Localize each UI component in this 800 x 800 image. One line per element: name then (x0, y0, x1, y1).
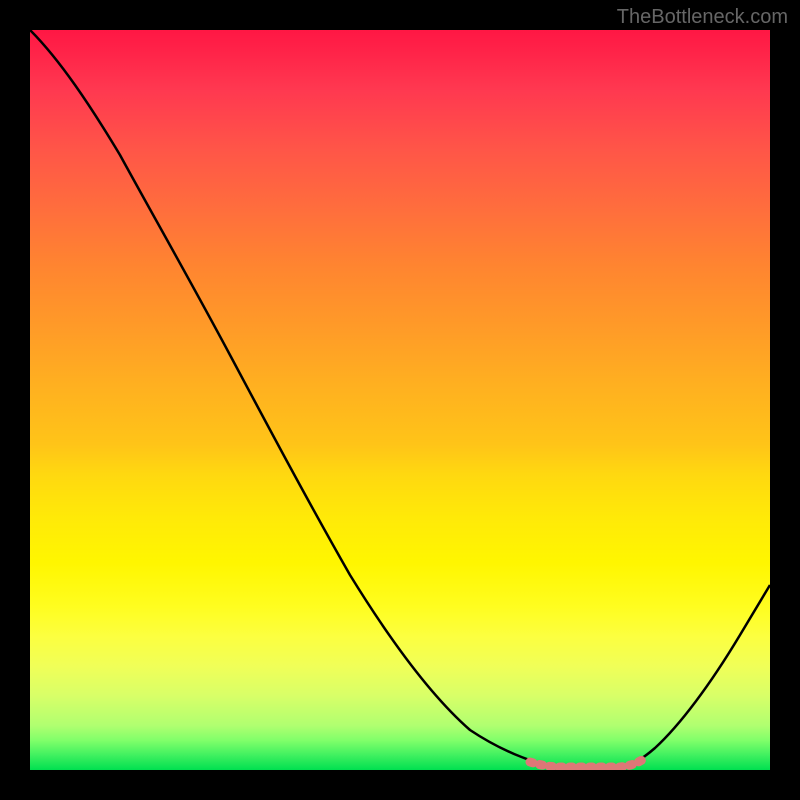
chart-gradient-background (30, 30, 770, 770)
bottleneck-curve (30, 30, 770, 767)
bottleneck-curve-chart (30, 30, 770, 770)
optimal-region-highlight (530, 758, 645, 767)
watermark-text: TheBottleneck.com (617, 6, 788, 29)
